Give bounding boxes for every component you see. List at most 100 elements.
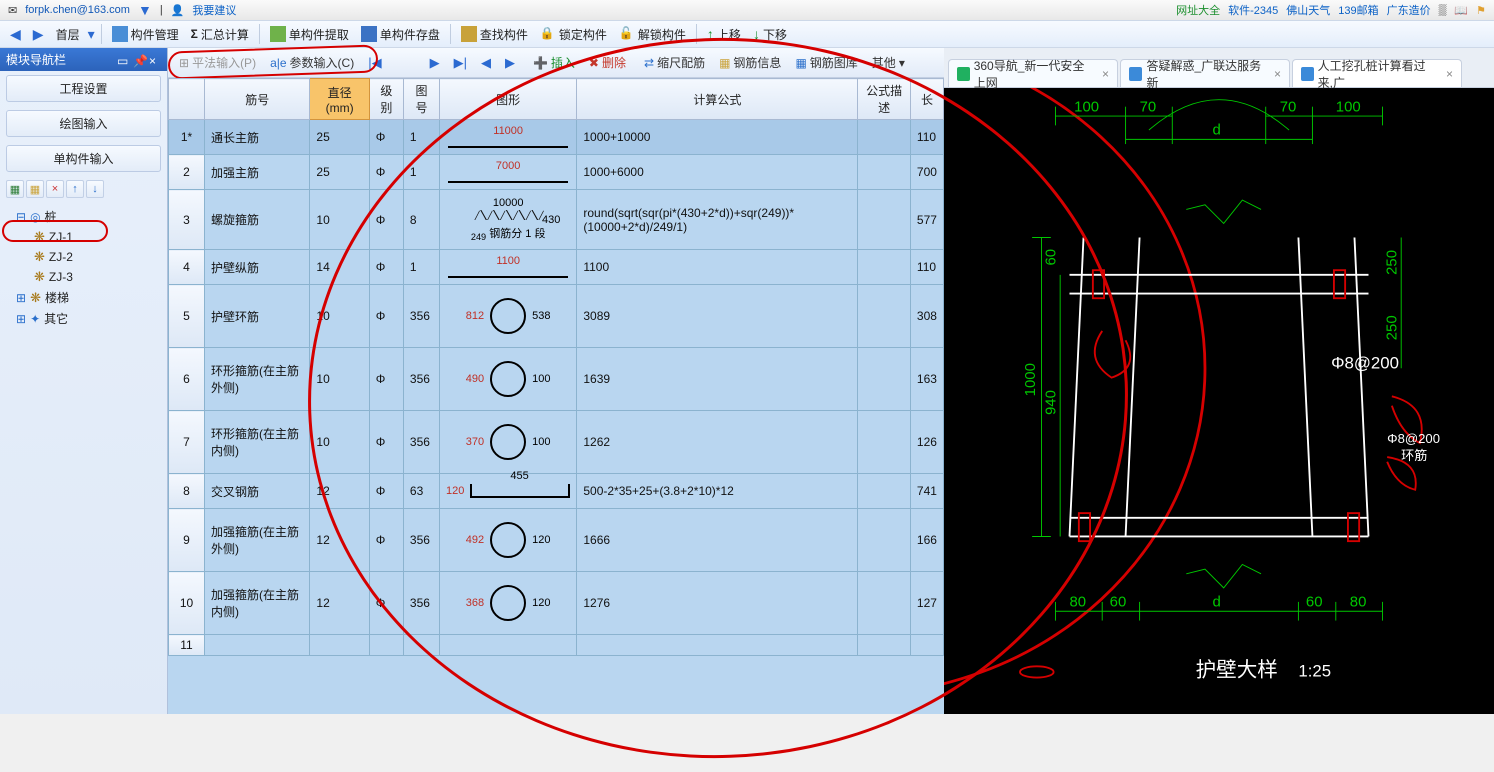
tool-lock[interactable]: 🔒锁定构件 bbox=[536, 24, 611, 45]
cell[interactable]: 25 bbox=[310, 155, 369, 190]
floor-selector[interactable]: 首层 bbox=[52, 24, 84, 45]
rebar-table[interactable]: 筋号直径(mm)级别图号图形计算公式公式描述长1*通长主筋25Φ11100010… bbox=[168, 78, 944, 656]
mini-up[interactable]: ↑ bbox=[66, 180, 84, 198]
table-row[interactable]: 5护壁环筋10Φ3568125383089308 bbox=[169, 285, 944, 348]
btn-draw-input[interactable]: 绘图输入 bbox=[6, 110, 161, 137]
cell[interactable]: 通长主筋 bbox=[205, 120, 310, 155]
cell[interactable] bbox=[858, 572, 911, 635]
cell[interactable]: 356 bbox=[403, 572, 439, 635]
cell[interactable]: 1* bbox=[169, 120, 205, 155]
cell[interactable]: 1 bbox=[403, 250, 439, 285]
btn-rebar-info[interactable]: ▦钢筋信息 bbox=[714, 52, 786, 73]
cell[interactable]: 356 bbox=[403, 285, 439, 348]
nav-first[interactable]: |◀ bbox=[363, 53, 386, 73]
btn-project-settings[interactable]: 工程设置 bbox=[6, 75, 161, 102]
cell[interactable]: 10000∕\∕\∕\∕\∕\∕430249 钢筋分 1 段 bbox=[439, 190, 576, 250]
suggest-link[interactable]: 我要建议 bbox=[192, 2, 236, 18]
col-header[interactable]: 公式描述 bbox=[858, 79, 911, 120]
cell[interactable] bbox=[858, 411, 911, 474]
cell[interactable]: 6 bbox=[169, 348, 205, 411]
tool-save[interactable]: 单构件存盘 bbox=[357, 24, 444, 45]
col-header[interactable]: 级别 bbox=[369, 79, 403, 120]
cell[interactable]: 1276 bbox=[577, 572, 858, 635]
cell[interactable]: Φ bbox=[369, 509, 403, 572]
tree-root-pile[interactable]: ⊟◎桩 bbox=[4, 206, 163, 227]
cell[interactable] bbox=[858, 250, 911, 285]
cell[interactable]: 110 bbox=[910, 120, 943, 155]
col-header[interactable]: 图号 bbox=[403, 79, 439, 120]
cell[interactable]: 环形箍筋(在主筋内侧) bbox=[205, 411, 310, 474]
col-header[interactable] bbox=[169, 79, 205, 120]
cell[interactable]: 4 bbox=[169, 250, 205, 285]
nav-play[interactable]: ▶ bbox=[425, 53, 445, 73]
cell[interactable]: 10 bbox=[310, 285, 369, 348]
tree-item-other[interactable]: ⊞✦其它 bbox=[4, 308, 163, 329]
cell[interactable]: 25 bbox=[310, 120, 369, 155]
cell[interactable] bbox=[310, 635, 369, 656]
nav-link-2[interactable]: 佛山天气 bbox=[1286, 2, 1330, 18]
cell[interactable]: 166 bbox=[910, 509, 943, 572]
dropdown-icon[interactable]: ▾ bbox=[88, 26, 95, 43]
cell[interactable] bbox=[858, 155, 911, 190]
tool-find[interactable]: 查找构件 bbox=[457, 24, 532, 45]
mini-new[interactable]: ▦ bbox=[6, 180, 24, 198]
tree-item-zj3[interactable]: ❋ZJ-3 bbox=[4, 267, 163, 287]
cell[interactable]: 356 bbox=[403, 411, 439, 474]
btn-pf-input[interactable]: ⊞平法输入(P) bbox=[174, 52, 261, 73]
cell[interactable]: 8 bbox=[169, 474, 205, 509]
table-row[interactable]: 6环形箍筋(在主筋外侧)10Φ3564901001639163 bbox=[169, 348, 944, 411]
cell[interactable]: 1000+10000 bbox=[577, 120, 858, 155]
book-icon[interactable]: 📖 bbox=[1454, 4, 1468, 17]
close-icon[interactable]: × bbox=[1274, 67, 1281, 81]
cell[interactable] bbox=[858, 285, 911, 348]
cell[interactable]: 10 bbox=[310, 348, 369, 411]
cell[interactable]: 11000 bbox=[439, 120, 576, 155]
btn-single-input[interactable]: 单构件输入 bbox=[6, 145, 161, 172]
cell[interactable]: 3 bbox=[169, 190, 205, 250]
nav-link-4[interactable]: 广东造价 bbox=[1387, 2, 1431, 18]
cell[interactable]: 加强箍筋(在主筋内侧) bbox=[205, 572, 310, 635]
cell[interactable]: 螺旋箍筋 bbox=[205, 190, 310, 250]
more-icon[interactable]: ▒ bbox=[1439, 4, 1447, 16]
cell[interactable] bbox=[439, 635, 576, 656]
tree-item-zj1[interactable]: ❋ZJ-1 bbox=[4, 227, 163, 247]
cell[interactable]: 7 bbox=[169, 411, 205, 474]
cell[interactable]: 11 bbox=[169, 635, 205, 656]
cell[interactable]: 8 bbox=[403, 190, 439, 250]
cell[interactable]: 1 bbox=[403, 120, 439, 155]
cell[interactable]: 12 bbox=[310, 474, 369, 509]
cell[interactable]: 127 bbox=[910, 572, 943, 635]
btn-insert[interactable]: ➕插入 bbox=[528, 52, 580, 73]
cell[interactable]: Φ bbox=[369, 250, 403, 285]
cell[interactable] bbox=[577, 635, 858, 656]
table-row[interactable]: 4护壁纵筋14Φ111001100110 bbox=[169, 250, 944, 285]
pin-icon[interactable]: 📌 bbox=[133, 54, 145, 66]
cell[interactable]: 10 bbox=[310, 411, 369, 474]
cell[interactable]: Φ bbox=[369, 155, 403, 190]
col-header[interactable]: 长 bbox=[910, 79, 943, 120]
col-header[interactable]: 直径(mm) bbox=[310, 79, 369, 120]
table-row[interactable]: 8交叉钢筋12Φ63120455500-2*35+25+(3.8+2*10)*1… bbox=[169, 474, 944, 509]
cell[interactable]: 9 bbox=[169, 509, 205, 572]
tool-unlock[interactable]: 🔓解锁构件 bbox=[615, 24, 690, 45]
cell[interactable] bbox=[369, 635, 403, 656]
tool-component-mgr[interactable]: 构件管理 bbox=[108, 24, 183, 45]
nav-link-1[interactable]: 软件-2345 bbox=[1228, 2, 1278, 18]
cell[interactable] bbox=[858, 120, 911, 155]
table-row[interactable]: 11 bbox=[169, 635, 944, 656]
tab-2[interactable]: 人工挖孔桩计算看过来,广× bbox=[1292, 59, 1462, 87]
flag-icon[interactable]: ⚑ bbox=[1476, 4, 1486, 17]
cell[interactable]: round(sqrt(sqr(pi*(430+2*d))+sqr(249))*(… bbox=[577, 190, 858, 250]
cell[interactable]: 126 bbox=[910, 411, 943, 474]
cell[interactable]: 1100 bbox=[577, 250, 858, 285]
cell[interactable]: 812538 bbox=[439, 285, 576, 348]
cell[interactable]: 护壁环筋 bbox=[205, 285, 310, 348]
col-header[interactable]: 筋号 bbox=[205, 79, 310, 120]
table-row[interactable]: 1*通长主筋25Φ1110001000+10000110 bbox=[169, 120, 944, 155]
table-row[interactable]: 2加强主筋25Φ170001000+6000700 bbox=[169, 155, 944, 190]
cell[interactable]: 490100 bbox=[439, 348, 576, 411]
cell[interactable]: 12 bbox=[310, 509, 369, 572]
cell[interactable]: 700 bbox=[910, 155, 943, 190]
cell[interactable]: 1262 bbox=[577, 411, 858, 474]
cell[interactable]: 1666 bbox=[577, 509, 858, 572]
